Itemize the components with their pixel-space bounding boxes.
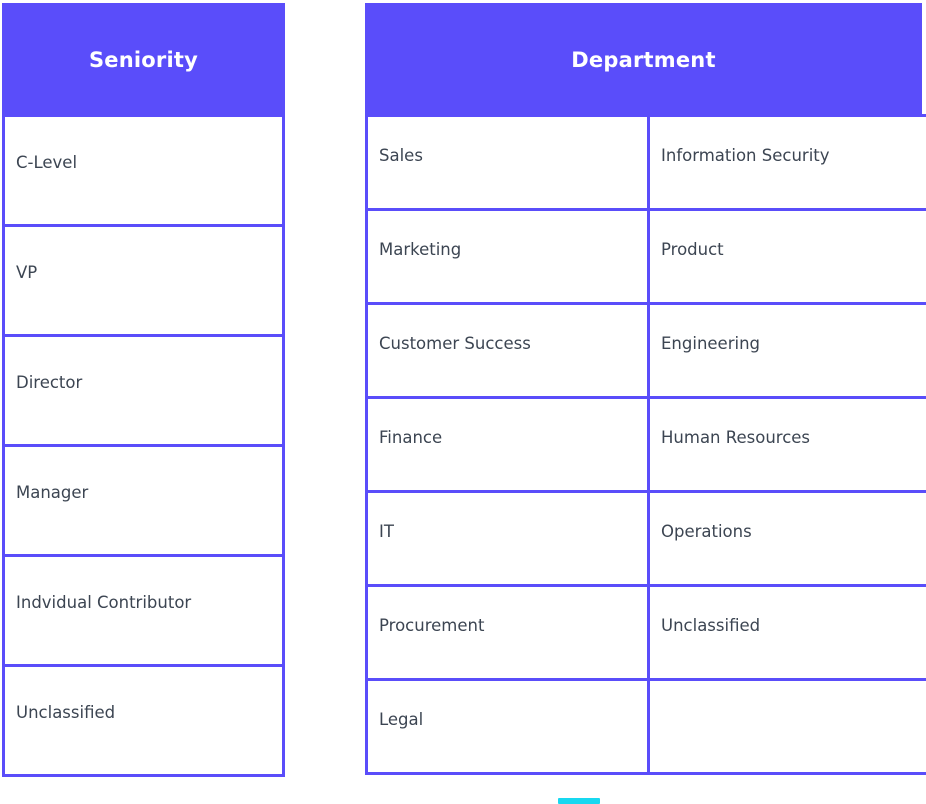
department-cell xyxy=(647,678,926,775)
page-canvas: Seniority C-Level VP Director Manager Indvid… xyxy=(0,0,926,804)
department-cell-label: Finance xyxy=(379,428,443,447)
department-table-header: Department xyxy=(365,3,922,117)
department-cell: Customer Success xyxy=(365,302,650,399)
seniority-cell: Director xyxy=(2,334,285,447)
department-cell-label: Human Resources xyxy=(661,428,811,447)
department-cell: Sales xyxy=(365,114,650,211)
department-cell: Finance xyxy=(365,396,650,493)
seniority-cell: VP xyxy=(2,224,285,337)
seniority-cell-label: VP xyxy=(16,263,38,282)
department-table: Department Sales Information Security Mark… xyxy=(365,3,926,775)
seniority-cell-label: Indvidual Contributor xyxy=(16,593,192,612)
seniority-table-body: C-Level VP Director Manager Indvidual Contri… xyxy=(2,114,285,777)
seniority-cell-label: Director xyxy=(16,373,83,392)
department-cell-label: IT xyxy=(379,522,394,541)
department-cell: IT xyxy=(365,490,650,587)
department-cell-label: Legal xyxy=(379,710,424,729)
seniority-cell-label: Unclassified xyxy=(16,703,116,722)
scroll-indicator[interactable] xyxy=(558,798,600,804)
department-cell: Legal xyxy=(365,678,650,775)
department-cell: Product xyxy=(647,208,926,305)
department-cell: Information Security xyxy=(647,114,926,211)
department-cell: Procurement xyxy=(365,584,650,681)
department-cell-label: Marketing xyxy=(379,240,462,259)
department-cell-label: Engineering xyxy=(661,334,760,353)
department-cell: Human Resources xyxy=(647,396,926,493)
department-cell-label: Information Security xyxy=(661,146,830,165)
seniority-table-header: Seniority xyxy=(2,3,285,117)
department-table-body: Sales Information Security Marketing Produc… xyxy=(365,114,926,775)
department-cell-label: Customer Success xyxy=(379,334,531,353)
seniority-cell: C-Level xyxy=(2,114,285,227)
seniority-cell: Indvidual Contributor xyxy=(2,554,285,667)
department-cell: Engineering xyxy=(647,302,926,399)
seniority-cell: Manager xyxy=(2,444,285,557)
seniority-cell-label: C-Level xyxy=(16,153,78,172)
seniority-cell-label: Manager xyxy=(16,483,89,502)
department-cell: Unclassified xyxy=(647,584,926,681)
department-cell-label: Procurement xyxy=(379,616,485,635)
seniority-cell: Unclassified xyxy=(2,664,285,777)
department-cell: Operations xyxy=(647,490,926,587)
department-cell-label: Product xyxy=(661,240,724,259)
department-cell: Marketing xyxy=(365,208,650,305)
department-cell-label: Operations xyxy=(661,522,752,541)
seniority-table: Seniority C-Level VP Director Manager Indvid… xyxy=(2,3,285,777)
department-cell-label: Unclassified xyxy=(661,616,761,635)
department-cell-label: Sales xyxy=(379,146,423,165)
